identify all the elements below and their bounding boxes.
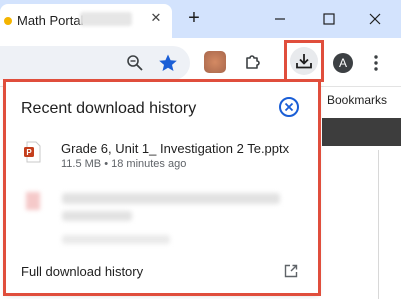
zoom-icon[interactable] xyxy=(126,54,144,72)
new-tab-button[interactable]: + xyxy=(184,8,204,28)
bookmark-star-icon[interactable] xyxy=(158,53,178,73)
favicon-icon xyxy=(4,17,12,25)
tab-close-icon[interactable]: ✕ xyxy=(148,10,164,26)
page-divider xyxy=(378,150,379,299)
tab-title-blurred xyxy=(80,12,132,26)
tab-title: Math Portal xyxy=(17,13,84,28)
bookmarks-label[interactable]: Bookmarks xyxy=(327,93,387,107)
puzzle-icon[interactable] xyxy=(243,52,263,72)
more-vert-icon[interactable] xyxy=(368,53,384,73)
profile-avatar[interactable]: A xyxy=(333,53,353,73)
maximize-icon[interactable] xyxy=(318,9,340,29)
download-panel-highlight xyxy=(3,79,321,296)
minimize-icon[interactable] xyxy=(269,9,291,29)
download-button-highlight xyxy=(284,40,324,82)
page-dark-banner xyxy=(322,118,401,146)
extension-thumbnail[interactable] xyxy=(204,51,226,73)
window-close-icon[interactable] xyxy=(364,9,386,29)
